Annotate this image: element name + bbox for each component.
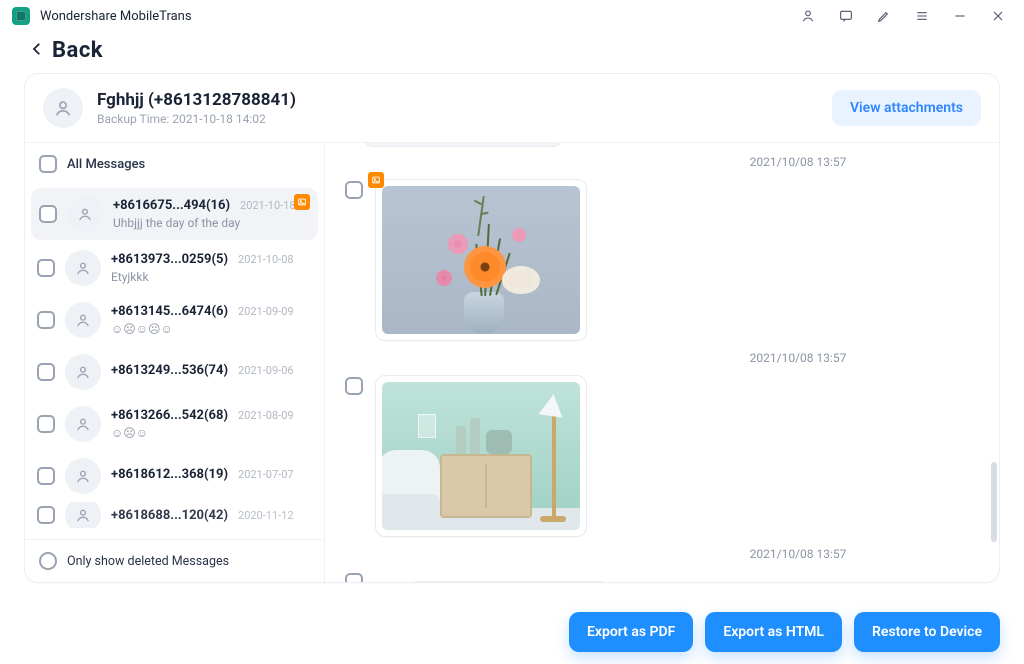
restore-device-button[interactable]: Restore to Device <box>854 612 1000 652</box>
all-messages-row[interactable]: All Messages <box>25 143 324 186</box>
avatar <box>65 458 101 494</box>
image-thumbnail <box>382 382 580 530</box>
feedback-icon[interactable] <box>832 2 860 30</box>
backup-time: Backup Time: 2021-10-18 14:02 <box>97 112 296 126</box>
deleted-filter-radio[interactable] <box>39 552 57 570</box>
scrollbar-thumb[interactable] <box>991 462 997 542</box>
message-timestamp: 2021/10/08 13:57 <box>615 155 981 169</box>
all-messages-label: All Messages <box>67 157 145 172</box>
image-message[interactable] <box>375 179 587 341</box>
conversation-item[interactable]: +8613973...0259(5) 2021-10-08 Etyjkkk <box>25 242 324 294</box>
message-checkbox[interactable] <box>345 181 363 199</box>
content-card: Fghhjj (+8613128788841) Backup Time: 202… <box>24 73 1000 583</box>
conversation-date: 2020-11-12 <box>238 509 294 522</box>
app-logo <box>12 7 30 25</box>
conversation-name: +8613266...542(68) <box>111 408 228 423</box>
conversation-title: Fghhjj (+8613128788841) <box>97 90 296 110</box>
message-row <box>345 375 981 537</box>
conversation-name: +8616675...494(16) <box>113 198 230 213</box>
deleted-filter-row[interactable]: Only show deleted Messages <box>25 539 324 582</box>
conversation-checkbox[interactable] <box>37 467 55 485</box>
export-html-button[interactable]: Export as HTML <box>705 612 842 652</box>
conversation-preview: Uhbjjj the day of the day <box>113 216 310 230</box>
conversation-name: +8613249...536(74) <box>111 363 228 378</box>
image-badge-icon <box>368 172 384 188</box>
view-attachments-button[interactable]: View attachments <box>832 90 981 126</box>
image-message[interactable] <box>375 375 587 537</box>
message-checkbox[interactable] <box>345 377 363 395</box>
avatar <box>65 354 101 390</box>
avatar <box>65 250 101 286</box>
avatar <box>65 406 101 442</box>
conversation-date: 2021-07-07 <box>238 468 294 481</box>
app-title: Wondershare MobileTrans <box>40 9 192 24</box>
close-icon[interactable] <box>984 2 1012 30</box>
conversation-item[interactable]: +8616675...494(16) 2021-10-18 Uhbjjj the… <box>31 188 318 240</box>
conversation-checkbox[interactable] <box>39 205 57 223</box>
conversation-item[interactable]: +8613249...536(74) 2021-09-06 <box>25 346 324 398</box>
avatar <box>43 88 83 128</box>
message-timestamp: 2021/10/08 13:57 <box>615 351 981 365</box>
avatar <box>65 302 101 338</box>
conversation-item[interactable]: +8618688...120(42) 2020-11-12 <box>25 502 324 528</box>
conversation-sidebar: All Messages +8616675...494(16) 2021-10-… <box>25 143 325 582</box>
conversation-checkbox[interactable] <box>37 506 55 524</box>
conversation-preview: ☺☹☺☹☺ <box>111 322 312 336</box>
edit-icon[interactable] <box>870 2 898 30</box>
image-badge-icon <box>294 194 310 210</box>
conversation-preview: Etyjkkk <box>111 270 312 284</box>
image-thumbnail <box>382 186 580 334</box>
conversation-date: 2021-09-06 <box>238 364 294 377</box>
deleted-filter-label: Only show deleted Messages <box>67 554 229 569</box>
conversation-preview: ☺☹☺ <box>111 426 312 440</box>
title-bar: Wondershare MobileTrans <box>0 0 1024 32</box>
message-timestamp: 2021/10/08 13:57 <box>615 547 981 561</box>
conversation-name: +8613973...0259(5) <box>111 252 228 267</box>
conversation-date: 2021-08-09 <box>238 409 294 422</box>
conversation-name: +8618612...368(19) <box>111 467 228 482</box>
minimize-icon[interactable] <box>946 2 974 30</box>
actions-row: Export as PDF Export as HTML Restore to … <box>569 612 1000 652</box>
conversation-item[interactable]: +8613266...542(68) 2021-08-09 ☺☹☺ <box>25 398 324 450</box>
conversation-header: Fghhjj (+8613128788841) Backup Time: 202… <box>25 74 999 143</box>
account-icon[interactable] <box>794 2 822 30</box>
conversation-item[interactable]: +8613145...6474(6) 2021-09-09 ☺☹☺☹☺ <box>25 294 324 346</box>
conversation-checkbox[interactable] <box>37 415 55 433</box>
back-label: Back <box>52 38 103 63</box>
conversation-name: +8613145...6474(6) <box>111 304 228 319</box>
all-messages-checkbox[interactable] <box>39 155 57 173</box>
avatar <box>65 502 101 528</box>
avatar <box>67 196 103 232</box>
conversation-checkbox[interactable] <box>37 311 55 329</box>
chevron-left-icon <box>28 40 46 62</box>
conversation-date: 2021-10-08 <box>238 253 294 266</box>
conversation-date: 2021-10-18 <box>240 199 296 212</box>
message-bubble-partial <box>409 581 609 582</box>
message-row <box>345 179 981 341</box>
menu-icon[interactable] <box>908 2 936 30</box>
message-bubble-partial <box>363 143 563 147</box>
conversation-checkbox[interactable] <box>37 259 55 277</box>
conversation-date: 2021-09-09 <box>238 305 294 318</box>
message-row <box>345 571 981 582</box>
conversation-name: +8618688...120(42) <box>111 508 228 523</box>
conversation-item[interactable]: +8618612...368(19) 2021-07-07 <box>25 450 324 502</box>
message-pane: 2021/10/08 13:57 <box>325 143 999 582</box>
conversation-checkbox[interactable] <box>37 363 55 381</box>
back-button[interactable]: Back <box>0 32 1024 73</box>
conversation-list: +8616675...494(16) 2021-10-18 Uhbjjj the… <box>25 186 324 539</box>
message-checkbox[interactable] <box>345 573 363 582</box>
export-pdf-button[interactable]: Export as PDF <box>569 612 693 652</box>
